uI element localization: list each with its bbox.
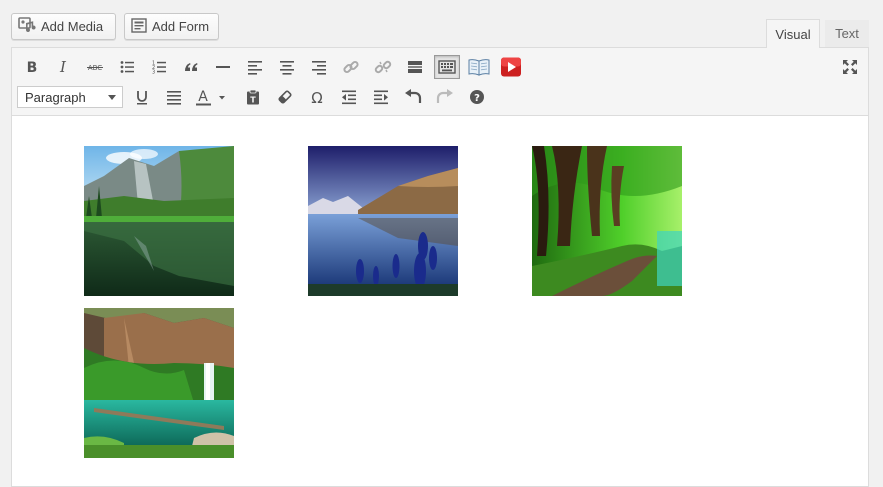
indent-icon bbox=[374, 90, 388, 105]
format-select-value: Paragraph bbox=[25, 89, 86, 105]
editor-toolbar: B I ABC 1 2 3 bbox=[12, 48, 868, 116]
clear-formatting-button[interactable] bbox=[272, 85, 298, 109]
italic-icon: I bbox=[59, 59, 67, 75]
strikethrough-button[interactable]: ABC bbox=[82, 55, 108, 79]
omega-icon: Ω bbox=[311, 89, 322, 105]
mountain-lake-reflection-image[interactable] bbox=[84, 146, 234, 296]
bullet-list-button[interactable] bbox=[114, 55, 140, 79]
numbered-list-icon: 1 2 3 bbox=[152, 61, 166, 76]
toolbar-toggle-icon bbox=[438, 60, 456, 74]
chevron-down-icon bbox=[108, 95, 116, 100]
book-button[interactable] bbox=[466, 55, 492, 79]
outdent-button[interactable] bbox=[336, 85, 362, 109]
help-icon: ? bbox=[470, 90, 484, 104]
bullet-list-icon bbox=[120, 61, 134, 73]
undo-icon bbox=[405, 89, 422, 103]
link-icon bbox=[343, 60, 359, 74]
justify-button[interactable] bbox=[161, 85, 187, 109]
toolbar-toggle-button[interactable] bbox=[434, 55, 460, 79]
read-more-button[interactable] bbox=[402, 55, 428, 79]
indent-button[interactable] bbox=[368, 85, 394, 109]
justify-icon bbox=[167, 91, 181, 105]
svg-text:T: T bbox=[250, 96, 256, 105]
forest-path-image[interactable] bbox=[532, 146, 682, 296]
youtube-icon bbox=[501, 57, 521, 77]
blockquote-icon bbox=[185, 63, 198, 71]
waterfall-pool-image[interactable] bbox=[84, 308, 234, 458]
special-character-button[interactable]: Ω bbox=[304, 85, 330, 109]
paragraph-format-select[interactable]: Paragraph bbox=[17, 86, 123, 108]
strikethrough-icon: ABC bbox=[87, 64, 103, 72]
unlink-icon bbox=[374, 60, 392, 74]
italic-button[interactable]: I bbox=[50, 55, 76, 79]
undo-button[interactable] bbox=[400, 85, 426, 109]
align-right-icon bbox=[312, 61, 326, 75]
help-button[interactable]: ? bbox=[464, 85, 490, 109]
outdent-icon bbox=[342, 90, 356, 105]
youtube-button[interactable] bbox=[498, 55, 524, 79]
editor-content[interactable] bbox=[12, 116, 868, 486]
add-form-label: Add Form bbox=[152, 19, 210, 34]
text-color-button[interactable]: A bbox=[193, 85, 229, 109]
paste-text-button[interactable]: T bbox=[240, 85, 266, 109]
redo-button[interactable] bbox=[432, 85, 458, 109]
svg-text:I: I bbox=[59, 59, 67, 75]
book-icon bbox=[468, 59, 490, 76]
fullscreen-button[interactable] bbox=[837, 55, 863, 79]
tab-text[interactable]: Text bbox=[825, 20, 869, 47]
paste-text-icon: T bbox=[247, 89, 259, 105]
add-media-button[interactable]: Add Media bbox=[11, 13, 116, 40]
text-color-icon: A bbox=[196, 89, 225, 106]
tab-visual[interactable]: Visual bbox=[766, 19, 820, 48]
align-center-icon bbox=[280, 61, 294, 75]
bold-button[interactable]: B bbox=[19, 55, 45, 79]
blockquote-button[interactable] bbox=[178, 55, 204, 79]
horizontal-rule-button[interactable] bbox=[210, 55, 236, 79]
blue-lake-mountains-image[interactable] bbox=[308, 146, 458, 296]
form-icon bbox=[131, 17, 152, 36]
eraser-icon bbox=[278, 90, 292, 104]
svg-text:?: ? bbox=[474, 93, 480, 104]
underline-button[interactable] bbox=[129, 85, 155, 109]
add-form-button[interactable]: Add Form bbox=[124, 13, 219, 40]
numbered-list-button[interactable]: 1 2 3 bbox=[146, 55, 172, 79]
align-left-icon bbox=[248, 61, 262, 75]
svg-text:B: B bbox=[27, 60, 38, 75]
media-icon bbox=[18, 17, 41, 36]
svg-text:A: A bbox=[198, 89, 208, 105]
insert-link-button[interactable] bbox=[338, 55, 364, 79]
add-media-label: Add Media bbox=[41, 19, 104, 34]
svg-text:Ω: Ω bbox=[311, 89, 322, 105]
align-center-button[interactable] bbox=[274, 55, 300, 79]
bold-icon: B bbox=[27, 60, 38, 75]
underline-icon bbox=[137, 91, 147, 105]
redo-icon bbox=[436, 89, 453, 103]
horizontal-rule-icon bbox=[216, 66, 230, 68]
fullscreen-icon bbox=[843, 60, 857, 74]
align-left-button[interactable] bbox=[242, 55, 268, 79]
unlink-button[interactable] bbox=[370, 55, 396, 79]
read-more-icon bbox=[408, 61, 422, 73]
align-right-button[interactable] bbox=[306, 55, 332, 79]
svg-text:3: 3 bbox=[152, 70, 155, 76]
editor-container: B I ABC 1 2 3 bbox=[11, 47, 869, 487]
